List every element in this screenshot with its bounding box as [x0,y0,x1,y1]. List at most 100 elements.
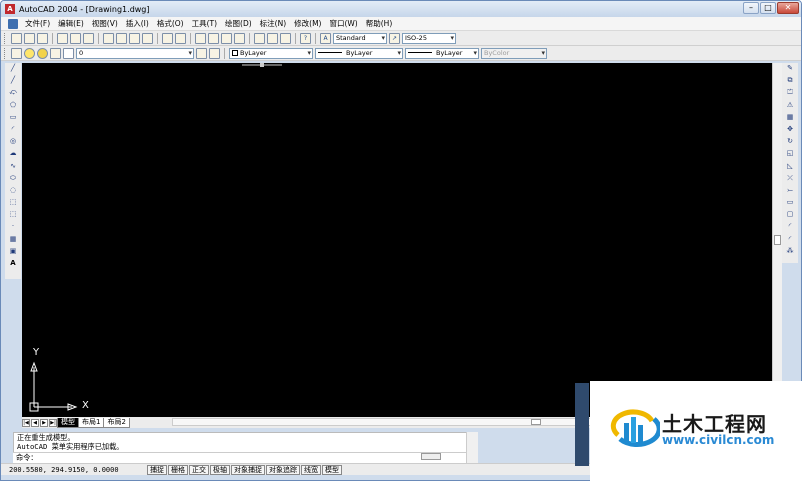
layer-lock-icon[interactable] [50,47,61,59]
command-input[interactable]: 命令： [13,452,466,463]
move-icon[interactable]: ✥ [785,124,796,135]
rectangle-icon[interactable]: ▭ [8,112,19,123]
polygon-icon[interactable]: ⬠ [8,100,19,111]
tab-layout1[interactable]: 布局1 [78,417,105,428]
vertical-scrollbar[interactable] [772,63,782,417]
hatch-icon[interactable]: ▦ [8,234,19,245]
chamfer-icon[interactable]: ▢ [785,209,796,220]
autocad-app-icon[interactable]: A [5,4,15,14]
first-tab-button[interactable]: |◀ [22,418,30,427]
ortho-toggle[interactable]: 正交 [189,464,209,475]
model-toggle[interactable]: 模型 [322,464,342,475]
stretch-icon[interactable]: ◺ [785,161,796,172]
color-select[interactable]: ByLayer [229,47,313,59]
osnap-toggle[interactable]: 对象捕捉 [231,464,265,475]
redo-icon[interactable] [175,32,186,44]
horizontal-scroll-thumb[interactable] [531,419,541,425]
cut-icon[interactable] [103,32,114,44]
copy-icon[interactable] [116,32,127,44]
undo-icon[interactable] [162,32,173,44]
multiline-text-icon[interactable]: A [8,258,19,269]
command-scrollbar[interactable] [466,432,478,463]
menu-edit[interactable]: 编辑(E) [55,18,89,29]
dim-style-select[interactable]: ISO-25 [402,32,456,44]
layer-color-icon[interactable] [63,47,74,59]
region-icon[interactable]: ▣ [8,246,19,257]
fillet-alt-icon[interactable]: ◜ [785,234,796,245]
last-tab-button[interactable]: ▶| [49,418,57,427]
maximize-button[interactable]: □ [760,2,776,14]
menu-help[interactable]: 帮助(H) [363,18,398,29]
drawing-area[interactable] [22,63,772,417]
break-icon[interactable]: ▭ [785,197,796,208]
scale-icon[interactable]: ◱ [785,148,796,159]
extend-icon[interactable]: ⤚ [785,185,796,196]
point-icon[interactable]: · [8,221,19,232]
layer-on-icon[interactable] [24,47,35,59]
array-icon[interactable]: ▦ [785,112,796,123]
properties-icon[interactable] [254,32,265,44]
zoom-previous-icon[interactable] [234,32,245,44]
publish-icon[interactable] [83,32,94,44]
line-icon[interactable]: ╱ [8,63,19,74]
ellipse-arc-icon[interactable]: ◌ [8,185,19,196]
mirror-icon[interactable]: ⏍ [785,87,796,98]
lineweight-select[interactable]: ByLayer [405,47,479,59]
toolbar-grip[interactable] [4,32,7,44]
polar-toggle[interactable]: 极轴 [210,464,230,475]
tab-model[interactable]: 模型 [57,417,79,428]
make-object-layer-current-icon[interactable] [196,47,207,59]
snap-toggle[interactable]: 捕捉 [147,464,167,475]
zoom-realtime-icon[interactable] [208,32,219,44]
menu-format[interactable]: 格式(O) [154,18,189,29]
menu-window[interactable]: 窗口(W) [326,18,362,29]
ellipse-icon[interactable]: ⬭ [8,173,19,184]
polyline-icon[interactable]: ⤽ [8,87,19,98]
next-tab-button[interactable]: ▶ [40,418,48,427]
menu-file[interactable]: 文件(F) [22,18,55,29]
menu-draw[interactable]: 绘图(D) [222,18,257,29]
copy-object-icon[interactable]: ⧉ [785,75,796,86]
revision-cloud-icon[interactable]: ☁ [8,148,19,159]
menu-insert[interactable]: 插入(I) [123,18,154,29]
print-preview-icon[interactable] [70,32,81,44]
tab-layout2[interactable]: 布局2 [103,417,130,428]
erase-icon[interactable]: ✎ [785,63,796,74]
spline-icon[interactable]: ∿ [8,161,19,172]
grid-toggle[interactable]: 栅格 [168,464,188,475]
text-style-select[interactable]: Standard [333,32,387,44]
print-icon[interactable] [57,32,68,44]
menu-modify[interactable]: 修改(M) [291,18,326,29]
make-block-icon[interactable]: ⬚ [8,209,19,220]
menu-tools[interactable]: 工具(T) [189,18,222,29]
dim-style-icon[interactable]: ↗ [389,32,400,44]
circle-icon[interactable]: ◎ [8,136,19,147]
help-icon[interactable]: ? [300,32,311,44]
insert-block-icon[interactable]: ⬚ [8,197,19,208]
open-icon[interactable] [24,32,35,44]
new-icon[interactable] [11,32,22,44]
explode-icon[interactable]: ⁂ [785,246,796,257]
toolbar-grip[interactable] [4,47,7,59]
menu-view[interactable]: 视图(V) [89,18,123,29]
document-menu-icon[interactable] [8,18,18,29]
rotate-icon[interactable]: ↻ [785,136,796,147]
lineweight-toggle[interactable]: 线宽 [301,464,321,475]
linetype-select[interactable]: ByLayer [315,47,403,59]
save-icon[interactable] [37,32,48,44]
layer-previous-icon[interactable] [209,47,220,59]
prev-tab-button[interactable]: ◀ [31,418,39,427]
trim-icon[interactable]: ⤫ [785,173,796,184]
fillet-icon[interactable]: ◜ [785,221,796,232]
menu-dimension[interactable]: 标注(N) [257,18,291,29]
arc-icon[interactable]: ◜ [8,124,19,135]
construction-line-icon[interactable]: ╱ [8,75,19,86]
offset-icon[interactable]: ⚠ [785,100,796,111]
pan-icon[interactable] [195,32,206,44]
command-horizontal-scroll-thumb[interactable] [421,453,441,460]
match-properties-icon[interactable] [142,32,153,44]
minimize-button[interactable]: – [743,2,759,14]
layer-manager-icon[interactable] [11,47,22,59]
zoom-window-icon[interactable] [221,32,232,44]
vertical-scroll-thumb[interactable] [774,235,781,245]
